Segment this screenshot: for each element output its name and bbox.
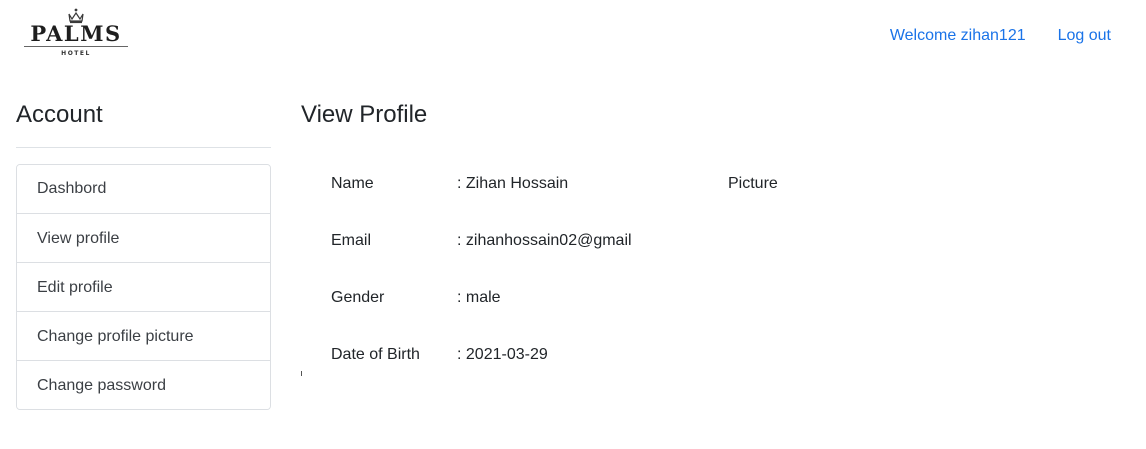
sidebar-item-change-password[interactable]: Change password — [17, 360, 270, 409]
email-value: : zihanhossain02@gmail — [457, 232, 632, 249]
logo-wordmark: PALMS — [30, 21, 122, 46]
sidebar-item-view-profile[interactable]: View profile — [17, 213, 270, 262]
sidebar-item-dashboard[interactable]: Dashbord — [17, 165, 270, 213]
date-of-birth-value: : 2021-03-29 — [457, 346, 548, 363]
page: PALMS HOTEL Welcome zihan121 Log out Acc… — [0, 0, 1146, 449]
sidebar-title: Account — [16, 101, 103, 128]
picture-label: Picture — [728, 175, 778, 192]
gender-label: Gender — [331, 289, 385, 306]
logo-subtitle: HOTEL — [61, 50, 91, 57]
sidebar-divider — [16, 147, 271, 148]
account-sidebar: Account Dashbord View profile Edit profi… — [16, 100, 271, 410]
palms-hotel-logo[interactable]: PALMS HOTEL — [20, 8, 132, 64]
account-menu: Dashbord View profile Edit profile Chang… — [16, 164, 271, 410]
logo-divider — [24, 46, 128, 47]
name-value: : Zihan Hossain — [457, 175, 569, 192]
sidebar-item-change-profile-picture[interactable]: Change profile picture — [17, 311, 270, 360]
sidebar-item-edit-profile[interactable]: Edit profile — [17, 262, 270, 311]
page-title: View Profile — [301, 101, 428, 128]
top-nav: Welcome zihan121 Log out — [890, 26, 1111, 46]
stray-mark — [301, 371, 302, 376]
name-label: Name — [331, 175, 374, 192]
email-label: Email — [331, 232, 372, 249]
welcome-user-link[interactable]: Welcome zihan121 — [890, 26, 1026, 46]
date-of-birth-label: Date of Birth — [331, 346, 420, 363]
gender-value: : male — [457, 289, 501, 306]
logout-link[interactable]: Log out — [1058, 26, 1111, 46]
